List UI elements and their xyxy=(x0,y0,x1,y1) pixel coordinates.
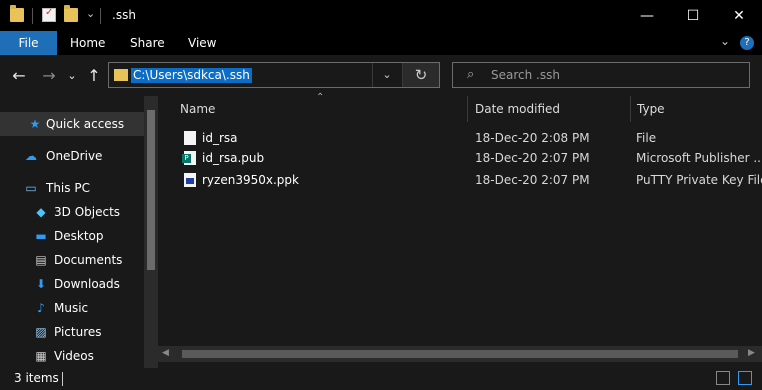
folder-icon xyxy=(114,69,128,81)
sidebar-item-label: Desktop xyxy=(54,229,104,243)
recent-locations-button[interactable]: ⌄ xyxy=(64,55,80,96)
file-row-id-rsa[interactable]: id_rsa 18-Dec-20 2:08 PM File xyxy=(176,128,762,148)
sidebar-item-3d-objects[interactable]: ◆ 3D Objects xyxy=(0,200,144,224)
up-button[interactable]: ↑ xyxy=(84,55,104,96)
file-row-id-rsa-pub[interactable]: P id_rsa.pub 18-Dec-20 2:07 PM Microsoft… xyxy=(176,148,762,168)
sidebar-item-label: 3D Objects xyxy=(54,205,121,219)
publisher-icon: P xyxy=(182,151,196,165)
sidebar-item-pictures[interactable]: ▨ Pictures xyxy=(0,320,144,344)
file-date: 18-Dec-20 2:07 PM xyxy=(475,151,590,165)
scroll-right-icon[interactable]: ▶ xyxy=(748,348,755,358)
sidebar-item-label: Quick access xyxy=(46,117,125,131)
close-button[interactable]: ✕ xyxy=(716,0,762,31)
tab-share[interactable]: Share xyxy=(130,31,165,55)
sidebar-item-label: Pictures xyxy=(54,325,102,339)
large-icons-view-icon[interactable] xyxy=(738,371,752,385)
tab-view[interactable]: View xyxy=(188,31,216,55)
file-type: File xyxy=(636,131,657,145)
sidebar-item-label: Downloads xyxy=(54,277,120,291)
back-button[interactable]: ← xyxy=(8,55,30,96)
file-date: 18-Dec-20 2:07 PM xyxy=(475,173,590,187)
sidebar-item-label: Videos xyxy=(54,349,94,363)
videos-icon: ▦ xyxy=(35,349,47,363)
forward-button[interactable]: → xyxy=(38,55,60,96)
address-dropdown-button[interactable]: ⌄ xyxy=(372,63,401,87)
pictures-icon: ▨ xyxy=(35,325,47,339)
computer-icon: ▭ xyxy=(25,181,37,195)
sidebar-item-label: OneDrive xyxy=(46,149,103,163)
search-input[interactable]: ⌕ Search .ssh xyxy=(452,62,750,88)
document-icon: ▤ xyxy=(35,253,47,267)
sidebar-scrollbar[interactable] xyxy=(144,96,158,368)
navigation-pane: ★ Quick access ☁ OneDrive ▭ This PC ◆ 3D… xyxy=(0,96,158,368)
scrollbar-thumb[interactable] xyxy=(147,110,155,270)
sidebar-item-desktop[interactable]: ▬ Desktop xyxy=(0,224,144,248)
search-icon: ⌕ xyxy=(467,67,475,82)
horizontal-scrollbar[interactable]: ◀ ▶ xyxy=(158,346,762,362)
star-icon: ★ xyxy=(29,117,41,131)
tab-file[interactable]: File xyxy=(0,31,57,55)
sort-ascending-icon: ⌃ xyxy=(316,92,325,103)
status-bar: 3 items xyxy=(0,368,762,390)
new-folder-icon[interactable] xyxy=(64,5,78,22)
file-date: 18-Dec-20 2:08 PM xyxy=(475,131,590,145)
download-icon: ⬇ xyxy=(35,277,47,291)
folder-icon xyxy=(10,5,24,22)
refresh-button[interactable]: ↻ xyxy=(402,63,439,87)
file-name: id_rsa.pub xyxy=(202,151,265,165)
sidebar-item-videos[interactable]: ▦ Videos xyxy=(0,344,144,368)
sidebar-item-music[interactable]: ♪ Music xyxy=(0,296,144,320)
sidebar-item-downloads[interactable]: ⬇ Downloads xyxy=(0,272,144,296)
properties-icon[interactable]: ✓ xyxy=(42,7,56,22)
sidebar-item-label: This PC xyxy=(46,181,90,195)
ribbon-tabs: File Home Share View ⌄ ? xyxy=(0,31,762,55)
window-title: .ssh xyxy=(112,8,136,22)
tab-home[interactable]: Home xyxy=(70,31,105,55)
column-divider[interactable] xyxy=(630,96,631,122)
file-row-ryzen3950x-ppk[interactable]: ryzen3950x.ppk 18-Dec-20 2:07 PM PuTTY P… xyxy=(176,170,762,190)
column-header-date-modified[interactable]: Date modified xyxy=(475,96,560,122)
cube-icon: ◆ xyxy=(36,205,46,219)
sidebar-item-onedrive[interactable]: ☁ OneDrive xyxy=(0,144,144,168)
music-icon: ♪ xyxy=(37,301,45,315)
desktop-icon: ▬ xyxy=(35,229,47,243)
customize-toolbar-icon[interactable]: ⌄ xyxy=(86,7,95,20)
putty-key-icon xyxy=(184,173,196,187)
help-icon[interactable]: ? xyxy=(740,36,754,50)
column-header-type[interactable]: Type xyxy=(637,96,665,122)
sidebar-item-documents[interactable]: ▤ Documents xyxy=(0,248,144,272)
address-path[interactable]: C:\Users\sdkca\.ssh xyxy=(131,68,252,83)
file-icon xyxy=(184,131,196,145)
scroll-left-icon[interactable]: ◀ xyxy=(162,348,169,358)
file-name: id_rsa xyxy=(202,131,238,145)
divider xyxy=(32,8,33,24)
address-bar[interactable]: C:\Users\sdkca\.ssh ⌄ ↻ xyxy=(108,62,440,88)
column-headers: ⌃ Name Date modified Type xyxy=(158,92,762,122)
minimize-button[interactable]: — xyxy=(624,0,670,31)
sidebar-item-this-pc[interactable]: ▭ This PC xyxy=(0,176,144,200)
title-bar: ✓ ⌄ .ssh — ☐ ✕ xyxy=(0,0,762,31)
column-header-name[interactable]: Name xyxy=(180,96,215,122)
details-view-icon[interactable] xyxy=(716,371,730,385)
scrollbar-thumb[interactable] xyxy=(182,350,738,358)
file-name: ryzen3950x.ppk xyxy=(202,173,299,187)
cloud-icon: ☁ xyxy=(25,149,37,163)
sidebar-item-quick-access[interactable]: ★ Quick access xyxy=(0,112,144,136)
sidebar-item-label: Documents xyxy=(54,253,123,267)
status-divider xyxy=(62,372,63,386)
column-divider[interactable] xyxy=(467,96,468,122)
maximize-button[interactable]: ☐ xyxy=(670,0,716,31)
sidebar-item-label: Music xyxy=(54,301,89,315)
search-placeholder: Search .ssh xyxy=(491,68,560,82)
divider xyxy=(100,8,101,24)
file-type: PuTTY Private Key File xyxy=(636,173,762,187)
expand-ribbon-icon[interactable]: ⌄ xyxy=(720,34,730,48)
file-type: Microsoft Publisher ... xyxy=(636,151,762,165)
item-count: 3 items xyxy=(14,371,59,385)
